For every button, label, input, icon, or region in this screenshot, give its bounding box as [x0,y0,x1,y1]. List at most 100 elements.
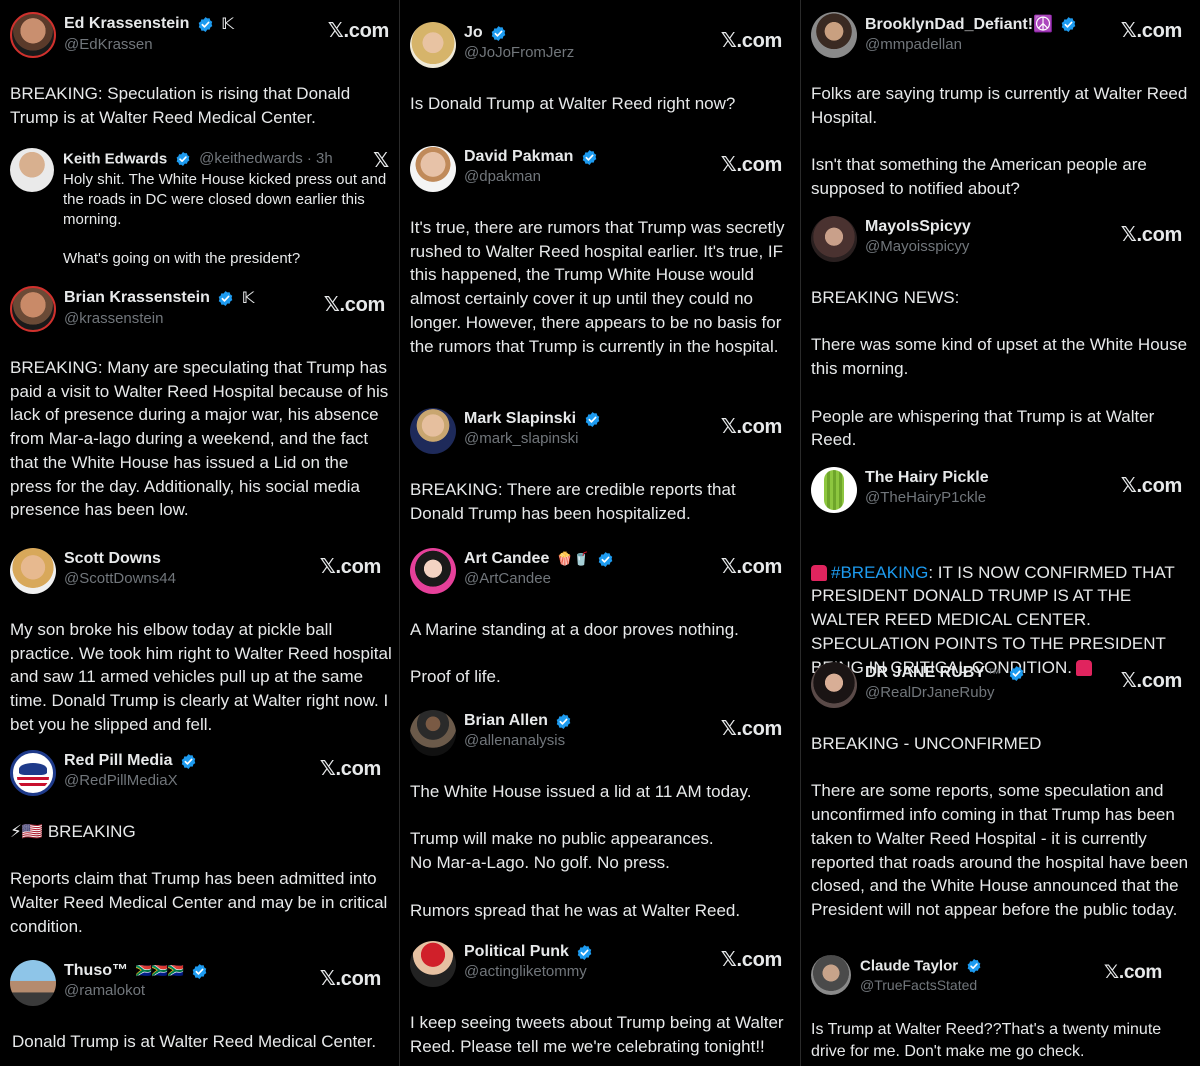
display-name[interactable]: Thuso™ [64,962,128,979]
x-logo-icon: 𝕏.com [1120,224,1183,246]
tweet-header: Art Candee 🍿🥤 @ArtCandee 𝕏.com [410,548,800,596]
handle[interactable]: @TheHairyP1ckle [865,489,989,506]
avatar[interactable] [410,146,456,192]
tweet-text: My son broke his elbow today at pickle b… [10,620,392,734]
avatar[interactable] [10,148,54,192]
avatar[interactable] [410,548,456,594]
k-icon: 𝕂 [221,16,234,33]
tweet-card[interactable]: Ed Krassenstein 𝕂 @EdKrassen 𝕏.com BREAK… [10,12,399,129]
tweet-card[interactable]: The Hairy Pickle @TheHairyP1ckle 𝕏.com #… [811,467,1200,679]
x-logo-icon: 𝕏.com [319,556,382,578]
display-name[interactable]: MayoIsSpicyy [865,218,971,235]
tweet-header: BrooklynDad_Defiant!☮️ @mmpadellan 𝕏.com [811,12,1200,60]
avatar[interactable] [10,960,56,1006]
handle[interactable]: @actingliketommy [464,963,593,980]
tweet-text: BREAKING: Speculation is rising that Don… [10,84,351,127]
handle[interactable]: @Mayoisspicyy [865,238,971,255]
hashtag-link[interactable]: #BREAKING [831,563,928,582]
handle[interactable]: @RedPillMediaX [64,772,197,789]
tweet-header: Jo @JoJoFromJerz 𝕏.com [410,22,800,70]
tweet-header: Scott Downs @ScottDowns44 𝕏.com [10,548,399,596]
handle[interactable]: @allenanalysis [464,732,572,749]
tweet-text: BREAKING: There are credible reports tha… [410,480,736,523]
avatar[interactable] [811,467,857,513]
display-name[interactable]: Art Candee [464,550,549,567]
handle[interactable]: @ramalokot [64,982,208,999]
handle[interactable]: @mark_slapinski [464,430,601,447]
column-1: Ed Krassenstein 𝕂 @EdKrassen 𝕏.com BREAK… [0,0,399,1066]
tweet-card[interactable]: Art Candee 🍿🥤 @ArtCandee 𝕏.com A Marine … [410,548,800,689]
display-name[interactable]: Keith Edwards [63,150,167,167]
avatar[interactable] [811,12,857,58]
display-name[interactable]: Political Punk [464,943,569,960]
handle[interactable]: @keithedwards · 3h [199,150,333,167]
tweet-card[interactable]: David Pakman @dpakman 𝕏.com It's true, t… [410,146,800,358]
trademark-symbol: ™ [987,665,1002,681]
tweet-card[interactable]: BrooklynDad_Defiant!☮️ @mmpadellan 𝕏.com… [811,12,1200,201]
tweet-header: Ed Krassenstein 𝕂 @EdKrassen 𝕏.com [10,12,399,60]
avatar[interactable] [410,408,456,454]
display-name[interactable]: Brian Allen [464,712,548,729]
tweet-card[interactable]: Thuso™ 🇿🇦🇿🇦🇿🇦 @ramalokot 𝕏.com Donald Tr… [10,960,399,1054]
avatar[interactable] [10,286,56,332]
verified-badge-icon [581,149,598,166]
quote-tweet-card[interactable]: Keith Edwards @keithedwards · 3h 𝕏 Holy … [10,148,399,269]
avatar[interactable] [10,750,56,796]
x-logo-icon: 𝕏.com [720,416,783,438]
tweet-text: Is Trump at Walter Reed??That's a twenty… [811,1021,1162,1060]
x-logo-icon: 𝕏.com [720,556,783,578]
tweet-card[interactable]: MayoIsSpicyy @Mayoisspicyy 𝕏.com BREAKIN… [811,216,1200,452]
flag-stripes-icon [17,777,49,789]
display-name[interactable]: DR JANE RUBY [865,664,985,681]
display-name[interactable]: Red Pill Media [64,752,172,769]
tweet-card[interactable]: Brian Krassenstein 𝕂 @krassenstein 𝕏.com… [10,286,399,522]
verified-badge-icon [966,958,982,974]
tweet-card[interactable]: DR JANE RUBY ™ @RealDrJaneRuby 𝕏.com BREA… [811,662,1200,922]
tweet-card[interactable]: Red Pill Media @RedPillMediaX 𝕏.com ⚡🇺🇸 … [10,750,399,939]
tweet-header: The Hairy Pickle @TheHairyP1ckle 𝕏.com [811,467,1200,515]
avatar[interactable] [811,216,857,262]
handle[interactable]: @mmpadellan [865,36,1077,53]
avatar[interactable] [410,941,456,987]
handle[interactable]: @dpakman [464,168,598,185]
display-name[interactable]: The Hairy Pickle [865,469,989,486]
tweet-card[interactable]: Scott Downs @ScottDowns44 𝕏.com My son b… [10,548,399,737]
avatar[interactable] [410,710,456,756]
tweet-card[interactable]: Political Punk @actingliketommy 𝕏.com I … [410,941,800,1058]
handle[interactable]: @EdKrassen [64,36,234,53]
x-logo-icon: 𝕏 [373,150,389,172]
display-name[interactable]: Ed Krassenstein [64,15,189,32]
display-name[interactable]: Mark Slapinski [464,410,576,427]
avatar[interactable] [10,12,56,58]
handle[interactable]: @ScottDowns44 [64,570,176,587]
display-name[interactable]: Scott Downs [64,550,161,567]
verified-badge-icon [1008,665,1025,682]
tweet-card[interactable]: Jo @JoJoFromJerz 𝕏.com Is Donald Trump a… [410,22,800,116]
handle[interactable]: @ArtCandee [464,570,614,587]
avatar[interactable] [10,548,56,594]
siren-icon [811,565,827,582]
handle[interactable]: @TrueFactsStated [860,977,982,993]
x-logo-icon: 𝕏.com [1103,962,1162,983]
tweet-card[interactable]: Brian Allen @allenanalysis 𝕏.com The Whi… [410,710,800,922]
tweet-text: BREAKING NEWS: There was some kind of up… [811,288,1188,450]
display-name[interactable]: BrooklynDad_Defiant!☮️ [865,16,1053,33]
avatar[interactable] [410,22,456,68]
eagle-logo-icon [19,763,47,775]
handle[interactable]: @JoJoFromJerz [464,44,574,61]
handle[interactable]: @krassenstein [64,310,254,327]
tweet-text: It's true, there are rumors that Trump w… [410,218,785,356]
handle[interactable]: @RealDrJaneRuby [865,684,1025,701]
x-logo-icon: 𝕏.com [1120,475,1183,497]
avatar[interactable] [811,955,851,995]
tweet-text: ⚡🇺🇸 BREAKING Reports claim that Trump ha… [10,822,388,936]
avatar[interactable] [811,662,857,708]
display-name[interactable]: Brian Krassenstein [64,289,210,306]
tweet-text: Is Donald Trump at Walter Reed right now… [410,94,736,113]
display-name[interactable]: David Pakman [464,148,573,165]
quote-tweet-card[interactable]: Claude Taylor @TrueFactsStated 𝕏.com Is … [811,955,1200,1063]
verified-badge-icon [217,290,234,307]
display-name[interactable]: Claude Taylor [860,957,958,974]
display-name[interactable]: Jo [464,24,483,41]
tweet-card[interactable]: Mark Slapinski @mark_slapinski 𝕏.com BRE… [410,408,800,525]
